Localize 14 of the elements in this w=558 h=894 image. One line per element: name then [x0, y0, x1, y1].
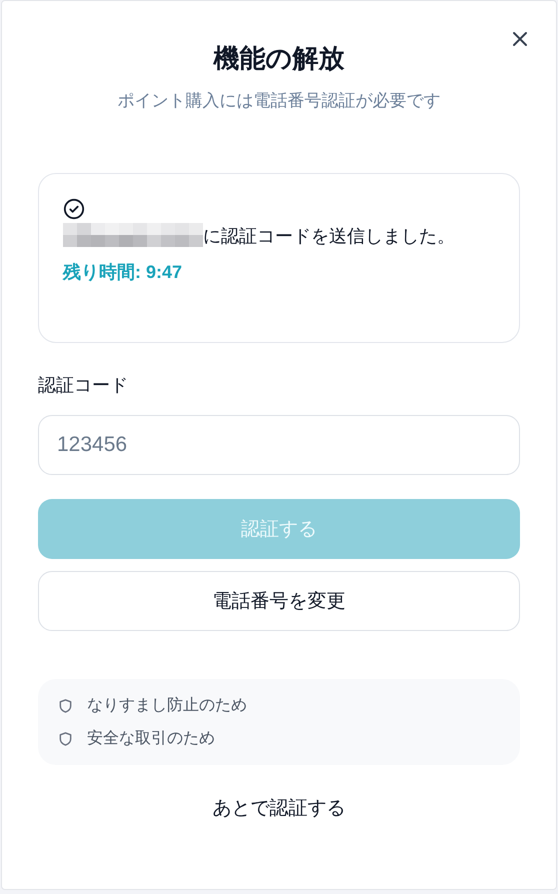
change-phone-button[interactable]: 電話番号を変更 [38, 571, 520, 631]
dialog-subtitle: ポイント購入には電話番号認証が必要です [116, 90, 442, 112]
close-icon[interactable] [512, 31, 528, 47]
code-label: 認証コード [38, 374, 129, 397]
reason-text: 安全な取引のため [87, 728, 215, 749]
shield-icon [58, 698, 73, 714]
code-input-field[interactable]: 123456 [38, 415, 520, 475]
countdown-timer: 残り時間: 9:47 [63, 261, 184, 284]
later-link[interactable]: あとで認証する [212, 795, 346, 821]
reason-text: なりすまし防止のため [87, 696, 247, 716]
check-circle-icon [63, 198, 85, 220]
shield-icon [58, 730, 73, 746]
notice-message: に認証コードを送信しました。 [203, 226, 455, 246]
dialog-title: 機能の解放 [212, 42, 346, 75]
